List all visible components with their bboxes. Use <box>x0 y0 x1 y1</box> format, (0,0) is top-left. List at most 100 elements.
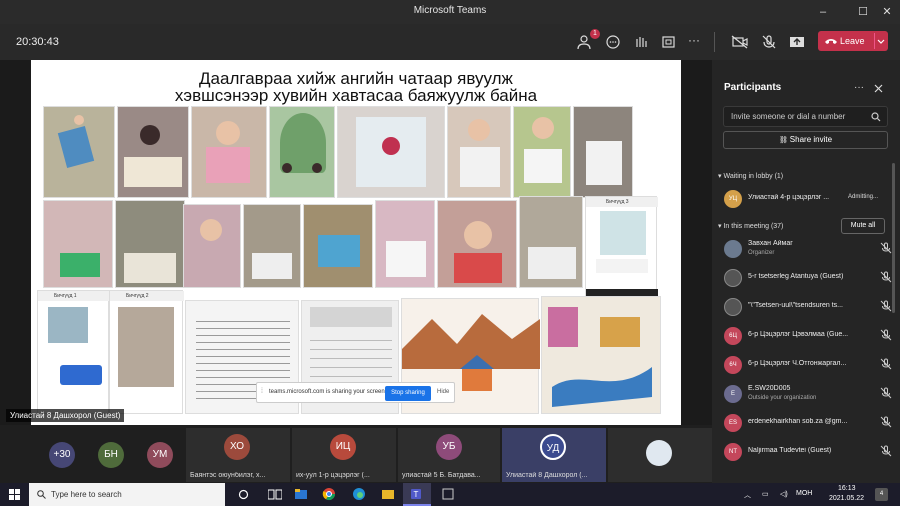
chat-header: Бичгүүд 2 <box>110 291 184 301</box>
chat-button[interactable] <box>603 33 623 51</box>
participant-row[interactable]: "\"Tsetsen-uul\"tsendsuren ts... <box>722 296 894 322</box>
participant-tile[interactable]: ХО Баянтэс оюунбилэг, х... <box>186 428 290 482</box>
lobby-section-header[interactable]: ▾ Waiting in lobby (1) <box>718 172 783 180</box>
mic-toggle[interactable] <box>759 33 779 51</box>
overflow-participants-avatar[interactable]: +30 <box>49 442 75 468</box>
windows-start-icon[interactable] <box>9 489 20 500</box>
participant-row[interactable]: NT Naljirmaa Tudevtei (Guest) <box>722 441 894 467</box>
chat-screenshot: Бичгүүд 2 <box>109 290 184 414</box>
lobby-participant-row[interactable]: УЦ Улиастай 4-р цэцэрлэг ... Admitting..… <box>722 188 894 214</box>
close-window-button[interactable]: ✕ <box>876 3 898 21</box>
participant-avatar[interactable]: БН <box>98 442 124 468</box>
participant-tile[interactable]: УД Улиастай 8 Дашхорол (... <box>502 428 606 482</box>
participant-avatar: ИЦ <box>330 434 356 460</box>
hide-sharing-bar-button[interactable]: Hide <box>437 389 449 395</box>
participant-avatar[interactable]: УМ <box>147 442 173 468</box>
participant-avatar <box>724 240 742 258</box>
folder-icon[interactable] <box>294 487 308 501</box>
message-bubble <box>60 365 102 385</box>
teams-icon: T <box>411 489 421 499</box>
participant-avatar <box>724 298 742 316</box>
edge-icon[interactable] <box>352 487 366 501</box>
hair-shape <box>140 125 160 145</box>
share-tray-icon <box>790 37 804 47</box>
participant-name: "\"Tsetsen-uul\"tsendsuren ts... <box>748 302 843 309</box>
mic-off-icon <box>880 300 892 312</box>
chevron-down-icon[interactable] <box>877 39 885 45</box>
more-actions-button[interactable]: ··· <box>688 33 708 51</box>
windows-taskbar: Type here to search T ︿ ▭ ◁) MOH 16:13 2… <box>0 483 900 506</box>
participant-name: Naljirmaa Tudevtei (Guest) <box>748 447 832 454</box>
snip-icon[interactable] <box>441 487 455 501</box>
participant-row[interactable]: Завхан Аймаг Organizer <box>722 238 894 264</box>
close-icon[interactable] <box>874 84 883 93</box>
multitask-icon[interactable] <box>268 489 282 500</box>
tray-chevron-icon[interactable]: ︿ <box>744 490 751 500</box>
language-indicator[interactable]: MOH <box>796 490 812 497</box>
child-photo <box>519 196 583 288</box>
file-explorer-icon[interactable] <box>381 487 395 501</box>
title-bar: Microsoft Teams – ☐ ✕ <box>0 0 900 24</box>
paper-shape <box>124 253 176 283</box>
child-photo <box>115 200 185 288</box>
participant-row[interactable]: E E.SW20D005 Outside your organization <box>722 383 894 409</box>
participant-row[interactable]: 5-r tsetserleg Atantuya (Guest) <box>722 267 894 293</box>
meeting-section-header[interactable]: ▾ In this meeting (37) <box>718 222 783 230</box>
share-invite-button[interactable]: ⛓ Share invite <box>723 131 888 149</box>
participant-avatar: УЦ <box>724 190 742 208</box>
task-view-icon[interactable] <box>238 489 249 500</box>
taskbar-time[interactable]: 16:13 <box>838 485 856 492</box>
breakout-rooms-button[interactable] <box>659 33 679 51</box>
participant-row[interactable]: 6Ч 6-р Цэцэрлэг Ч.Отгонжаргал... <box>722 354 894 380</box>
chrome-icon[interactable] <box>322 487 336 501</box>
paper-shape <box>252 253 292 279</box>
face-shape <box>464 221 492 249</box>
taskbar-date[interactable]: 2021.05.22 <box>829 495 864 502</box>
search-icon <box>37 490 46 499</box>
mic-off-icon <box>762 35 776 49</box>
leave-button[interactable]: Leave <box>818 31 888 51</box>
teams-taskbar-button[interactable]: T <box>403 483 431 506</box>
message-bubble <box>596 259 648 273</box>
participant-row[interactable]: ES erdenekhairkhan sob.za @gm... <box>722 412 894 438</box>
volume-icon[interactable]: ◁) <box>780 490 788 498</box>
minimize-button[interactable]: – <box>812 3 834 21</box>
chat-screenshot: Бичгүүд 3 <box>585 196 658 297</box>
meeting-header-label: In this meeting (37) <box>723 223 784 230</box>
mic-off-icon <box>880 416 892 428</box>
child-photo <box>573 106 633 198</box>
stop-sharing-button[interactable]: Stop sharing <box>385 386 431 401</box>
panel-scrollbar[interactable] <box>892 163 895 313</box>
notification-center-button[interactable]: 4 <box>875 488 888 501</box>
participant-name: erdenekhairkhan sob.za @gm... <box>748 418 848 425</box>
participant-row[interactable]: 6Ц 6-р Цэцэрлэг Цэвэлмаа (Gue... <box>722 325 894 351</box>
participant-tile[interactable] <box>608 428 712 482</box>
invite-search-input[interactable]: Invite someone or dial a number <box>723 106 888 127</box>
mute-all-button[interactable]: Mute all <box>841 218 885 234</box>
meeting-toolbar: 20:30:43 1 ··· <box>0 24 900 60</box>
notification-count: 4 <box>879 491 884 497</box>
image-shape <box>118 307 174 387</box>
participants-button[interactable]: 1 <box>576 29 600 51</box>
mic-off-icon <box>880 387 892 399</box>
meeting-timer: 20:30:43 <box>16 36 59 48</box>
camera-toggle[interactable] <box>730 33 750 51</box>
reactions-button[interactable] <box>631 33 651 51</box>
share-screen-button[interactable] <box>787 33 807 51</box>
participant-avatar: УД <box>540 434 566 460</box>
participant-tile-name: их-уул 1-р цэцэрлэг (... <box>296 472 370 479</box>
panel-more-button[interactable]: ··· <box>854 82 864 93</box>
drag-handle-icon[interactable]: ⁞ <box>261 388 263 395</box>
child-photo <box>243 204 301 288</box>
taskbar-search-box[interactable]: Type here to search <box>29 483 225 506</box>
participant-name: E.SW20D005 <box>748 385 791 392</box>
paper-shape <box>524 149 562 183</box>
leave-divider <box>874 33 875 49</box>
maximize-button[interactable]: ☐ <box>852 3 874 21</box>
network-icon[interactable]: ▭ <box>762 490 769 498</box>
participant-tile[interactable]: ИЦ их-уул 1-р цэцэрлэг (... <box>292 428 396 482</box>
participant-avatar: 6Ц <box>724 327 742 345</box>
admitting-status: Admitting... <box>848 194 879 200</box>
figure-shape <box>382 137 400 155</box>
participant-tile[interactable]: УБ улиастай 5 Б. Батдава... <box>398 428 500 482</box>
